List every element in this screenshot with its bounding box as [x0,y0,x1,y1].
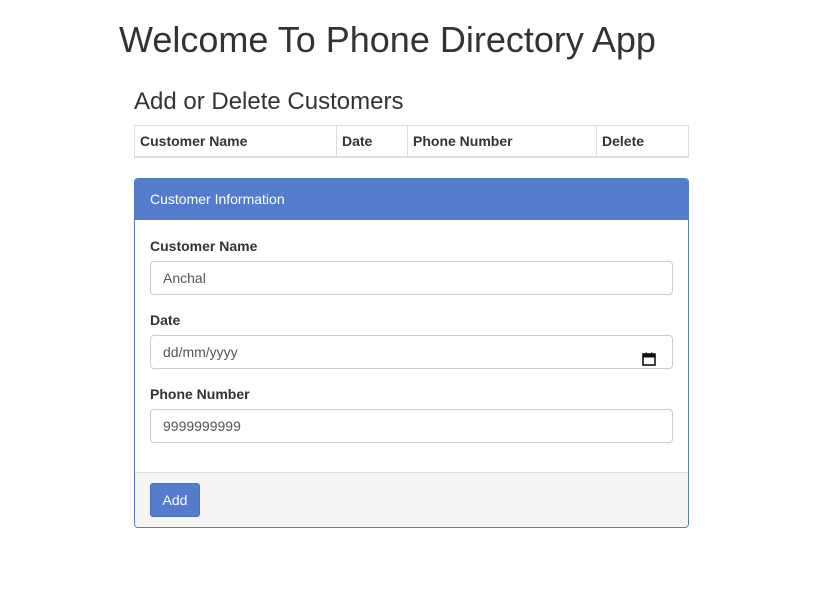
table-header-row: Customer Name Date Phone Number Delete [134,125,689,158]
date-placeholder: dd/mm/yyyy [163,344,238,360]
panel-heading: Customer Information [135,179,688,220]
customer-name-input[interactable]: Anchal [150,261,673,295]
phone-number-label: Phone Number [150,386,250,402]
phone-number-group: Phone Number 9999999999 [150,385,673,443]
add-button[interactable]: Add [150,483,200,517]
column-header-delete: Delete [596,125,689,158]
calendar-icon[interactable] [642,345,656,366]
customer-information-panel: Customer Information Customer Name Ancha… [134,178,689,528]
date-group: Date dd/mm/yyyy [150,311,673,369]
column-header-date: Date [336,125,408,158]
customer-name-group: Customer Name Anchal [150,237,673,295]
page-title: Welcome To Phone Directory App [119,19,656,60]
section-title: Add or Delete Customers [134,88,404,115]
customer-table: Customer Name Date Phone Number Delete [134,125,689,158]
customer-name-label: Customer Name [150,238,258,254]
column-header-phone-number: Phone Number [407,125,597,158]
date-input[interactable]: dd/mm/yyyy [150,335,673,369]
panel-footer: Add [135,472,688,527]
phone-number-input[interactable]: 9999999999 [150,409,673,443]
column-header-customer-name: Customer Name [134,125,337,158]
date-label: Date [150,312,181,328]
